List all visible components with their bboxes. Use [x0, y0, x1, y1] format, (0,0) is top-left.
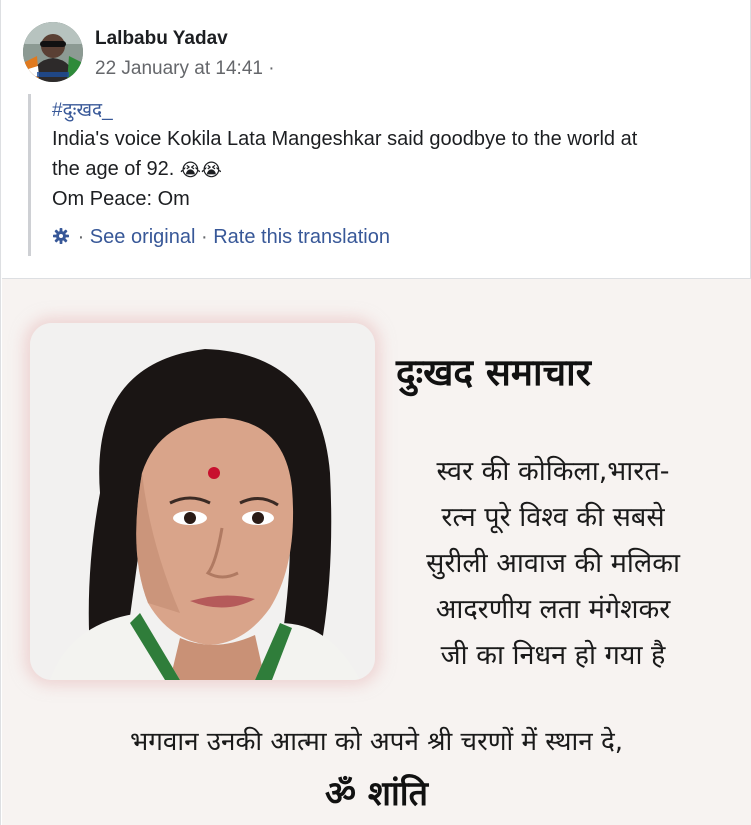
- crying-emoji-icon: 😭😭: [179, 160, 222, 180]
- author-name[interactable]: Lalbabu Yadav: [95, 28, 228, 50]
- post-card: Lalbabu Yadav 22 January at 14:41 · #दुः…: [0, 0, 751, 825]
- image-body-line: आदरणीय लता मंगेशकर: [435, 594, 671, 625]
- see-original-link[interactable]: See original: [90, 226, 196, 248]
- portrait-illustration: [30, 323, 375, 680]
- post-image[interactable]: दुःखद समाचार स्वर की कोकिला,भारत- रत्न प…: [2, 278, 751, 825]
- avatar-image: [23, 22, 83, 82]
- image-body-line: सुरीली आवाज की मलिका: [426, 548, 680, 579]
- link-separator: ·: [77, 226, 85, 248]
- image-body-line: जी का निधन हो गया है: [440, 640, 666, 671]
- translated-text-line: Om Peace: Om: [52, 188, 190, 210]
- image-body-line: रत्न पूरे विश्व की सबसे: [441, 502, 665, 533]
- translated-post-text: #दुःखद_ India's voice Kokila Lata Manges…: [28, 94, 718, 256]
- post-header: Lalbabu Yadav 22 January at 14:41 ·: [23, 22, 723, 84]
- translated-text-line: the age of 92. 😭😭: [52, 158, 222, 181]
- image-body-text: स्वर की कोकिला,भारत- रत्न पूरे विश्व की …: [398, 449, 708, 679]
- meta-separator: ·: [268, 58, 275, 79]
- translated-text-fragment: the age of 92.: [52, 158, 175, 180]
- avatar[interactable]: [23, 22, 83, 82]
- rate-translation-link[interactable]: Rate this translation: [213, 226, 390, 248]
- hashtag-link[interactable]: #दुःखद_: [52, 96, 113, 122]
- link-separator: ·: [200, 226, 208, 248]
- image-shanti-text: ॐ शांति: [325, 774, 428, 814]
- translation-links: · See original · Rate this translation: [52, 226, 390, 249]
- gear-icon[interactable]: [52, 227, 70, 245]
- image-headline: दुःखद समाचार: [396, 351, 591, 394]
- post-timestamp[interactable]: 22 January at 14:41: [95, 58, 263, 79]
- portrait-photo: [30, 323, 375, 680]
- image-body-line: स्वर की कोकिला,भारत-: [436, 456, 670, 487]
- translated-text-line: India's voice Kokila Lata Mangeshkar sai…: [52, 128, 638, 150]
- image-prayer-text: भगवान उनकी आत्मा को अपने श्री चरणों में …: [129, 727, 624, 757]
- post-meta: 22 January at 14:41 ·: [95, 58, 275, 80]
